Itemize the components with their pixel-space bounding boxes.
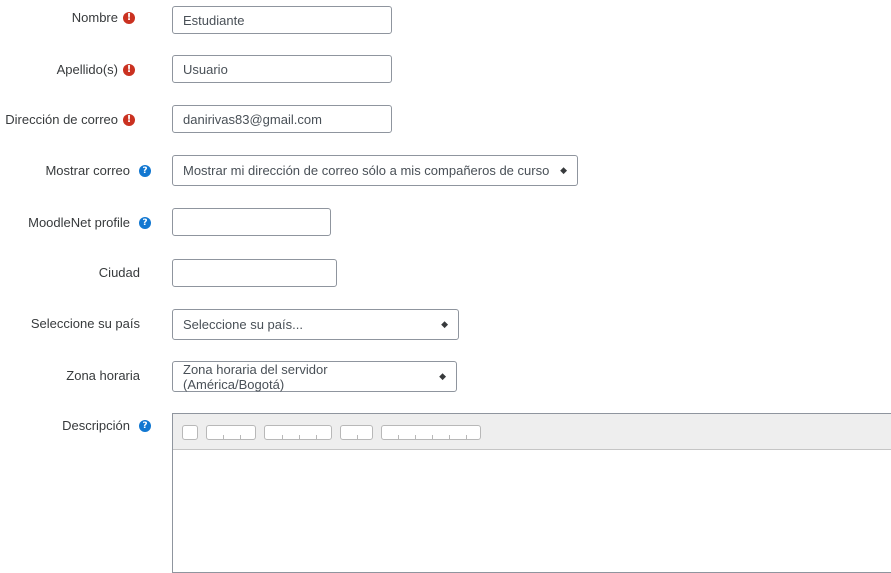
help-icon[interactable]: ?: [139, 216, 151, 229]
zona-horaria-select[interactable]: Zona horaria del servidor (América/Bogot…: [172, 361, 457, 392]
apellido-input[interactable]: Usuario: [172, 55, 392, 83]
toolbar-group-2[interactable]: [264, 425, 332, 440]
pais-label: Seleccione su país: [30, 316, 140, 331]
descripcion-label: Descripción ?: [62, 418, 151, 433]
nombre-label: Nombre !: [72, 10, 135, 25]
toolbar-group-4[interactable]: [381, 425, 481, 440]
help-icon[interactable]: ?: [139, 164, 151, 177]
mostrar-correo-select[interactable]: Mostrar mi dirección de correo sólo a mi…: [172, 155, 578, 186]
mostrar-correo-label: Mostrar correo ?: [45, 163, 151, 178]
help-icon[interactable]: ?: [139, 419, 151, 432]
pais-select[interactable]: Seleccione su país... ◆: [172, 309, 459, 340]
required-icon: !: [123, 11, 135, 24]
nombre-input[interactable]: Estudiante: [172, 6, 392, 34]
apellido-label: Apellido(s) !: [57, 62, 135, 77]
moodlenet-label: MoodleNet profile ?: [28, 215, 151, 230]
descripcion-editor[interactable]: [172, 413, 891, 573]
select-caret-icon: ◆: [439, 371, 446, 382]
correo-label: Dirección de correo !: [5, 112, 135, 127]
editor-toolbar: [173, 414, 891, 450]
ciudad-label: Ciudad: [98, 265, 140, 280]
toolbar-button-collapse[interactable]: [182, 425, 198, 440]
toolbar-group-3[interactable]: [340, 425, 373, 440]
correo-input[interactable]: danirivas83@gmail.com: [172, 105, 392, 133]
editor-content-area[interactable]: [173, 450, 891, 570]
moodlenet-input[interactable]: [172, 208, 331, 236]
zona-horaria-label: Zona horaria: [66, 368, 140, 383]
required-icon: !: [123, 63, 135, 76]
select-caret-icon: ◆: [441, 319, 448, 330]
toolbar-group-1[interactable]: [206, 425, 256, 440]
required-icon: !: [123, 113, 135, 126]
select-caret-icon: ◆: [560, 165, 567, 176]
ciudad-input[interactable]: [172, 259, 337, 287]
